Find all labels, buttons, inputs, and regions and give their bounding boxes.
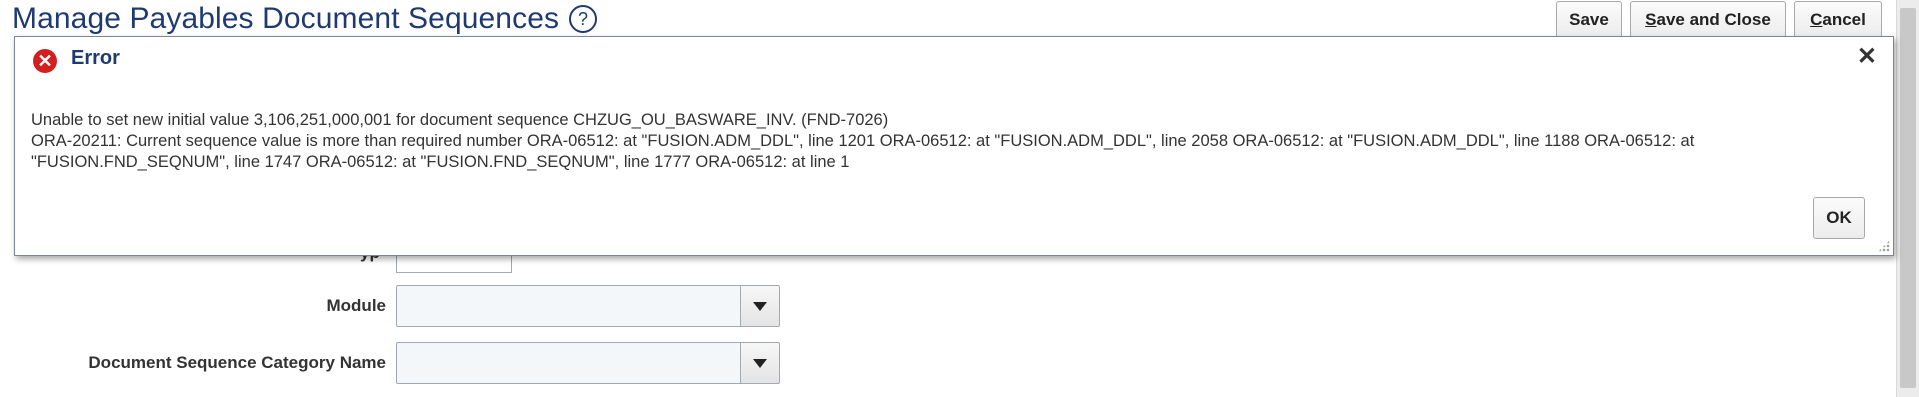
scrollbar-thumb[interactable] <box>1900 8 1916 388</box>
error-icon: ✕ <box>33 49 57 73</box>
save-and-close-label: ave and Close <box>1656 10 1771 29</box>
page-scrollbar[interactable] <box>1896 0 1919 397</box>
chevron-down-icon <box>753 301 767 311</box>
cancel-label: ancel <box>1822 10 1866 29</box>
error-dialog: ✕ Error ✕ Unable to set new initial valu… <box>14 36 1894 256</box>
dialog-title: Error <box>71 47 120 69</box>
save-and-close-button[interactable]: Save and Close <box>1630 1 1786 39</box>
close-icon[interactable]: ✕ <box>1857 45 1877 69</box>
page-title: Manage Payables Document Sequences ? <box>12 2 598 36</box>
cancel-button[interactable]: Cancel <box>1794 1 1882 39</box>
help-icon[interactable]: ? <box>569 5 598 33</box>
chevron-down-icon <box>753 358 767 368</box>
error-message-line1: Unable to set new initial value 3,106,25… <box>31 111 889 129</box>
ok-button[interactable]: OK <box>1813 197 1865 239</box>
save-and-close-accel: S <box>1645 10 1657 29</box>
page-title-text: Manage Payables Document Sequences <box>12 2 560 35</box>
module-row: Module <box>0 285 900 327</box>
resize-grip-icon[interactable] <box>1878 240 1890 252</box>
save-button[interactable]: Save <box>1556 1 1622 39</box>
module-label: Module <box>326 296 387 315</box>
category-label: Document Sequence Category Name <box>88 353 386 372</box>
category-dropdown-button[interactable] <box>740 342 780 384</box>
module-dropdown-button[interactable] <box>740 285 780 327</box>
cancel-accel: C <box>1810 10 1823 29</box>
error-message-line2: ORA-20211: Current sequence value is mor… <box>31 132 1695 171</box>
category-row: Document Sequence Category Name <box>0 342 900 384</box>
category-input[interactable] <box>396 342 740 384</box>
module-input[interactable] <box>396 285 740 327</box>
error-message: Unable to set new initial value 3,106,25… <box>31 110 1861 173</box>
